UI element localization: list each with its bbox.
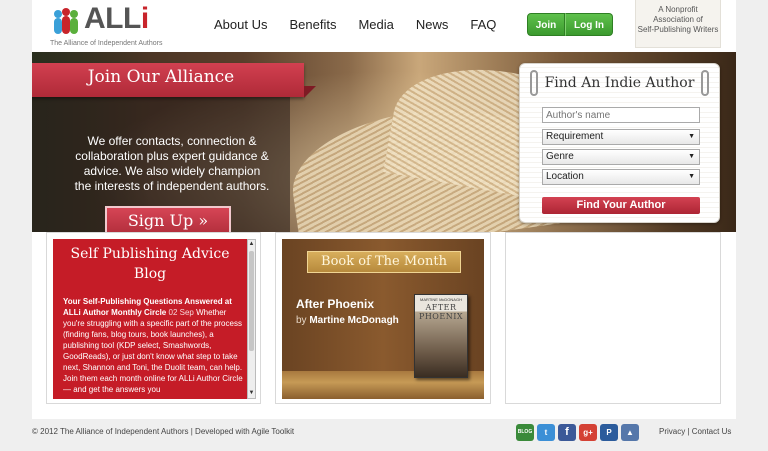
- author-name-input[interactable]: [542, 107, 700, 123]
- book-of-month-banner: Book of The Month: [307, 251, 461, 273]
- book-of-month-box: Book of The Month After Phoenix by Marti…: [275, 232, 491, 404]
- blog-title[interactable]: Self Publishing Advice Blog: [53, 244, 247, 284]
- blog-post: Your Self-Publishing Questions Answered …: [63, 296, 243, 395]
- location-select[interactable]: Location ▼: [542, 169, 700, 185]
- nav-benefits[interactable]: Benefits: [289, 17, 336, 32]
- login-button[interactable]: Log In: [565, 13, 613, 36]
- book-of-month-panel: Book of The Month After Phoenix by Marti…: [282, 239, 484, 399]
- google-plus-icon[interactable]: g+: [579, 424, 597, 441]
- dropdown-arrow-icon: ▼: [688, 173, 695, 180]
- people-logo-icon: [54, 8, 78, 34]
- join-ribbon: Join Our Alliance: [32, 63, 304, 97]
- privacy-link[interactable]: Privacy: [659, 427, 685, 436]
- genre-select[interactable]: Genre ▼: [542, 149, 700, 165]
- find-author-widget: Find An Indie Author Requirement▼ Genre▼…: [519, 63, 720, 223]
- logo-tagline: The Alliance of Independent Authors: [50, 40, 163, 47]
- logo-wordmark: ALLi: [84, 2, 149, 35]
- nav-about-us[interactable]: About Us: [214, 17, 267, 32]
- scroll-down-icon[interactable]: ▼: [248, 389, 255, 398]
- blog-box: Self Publishing Advice Blog Your Self-Pu…: [46, 232, 261, 404]
- content-area: Self Publishing Advice Blog Your Self-Pu…: [32, 232, 736, 419]
- pinterest-icon[interactable]: P: [600, 424, 618, 441]
- nav-faq[interactable]: FAQ: [470, 17, 496, 32]
- finder-title: Find An Indie Author: [544, 75, 695, 91]
- auth-buttons: Join Log In: [527, 13, 613, 36]
- alli-logo[interactable]: ALLi The Alliance of Independent Authors: [50, 2, 190, 50]
- dropdown-arrow-icon: ▼: [688, 133, 695, 140]
- nav-media[interactable]: Media: [358, 17, 393, 32]
- book-cover-image[interactable]: MARTINE McDONAGH AFTER PHOENIX: [414, 294, 468, 378]
- join-panel: We offer contacts, connection & collabor…: [32, 74, 290, 232]
- facebook-icon[interactable]: f: [558, 424, 576, 441]
- join-description: We offer contacts, connection & collabor…: [74, 134, 270, 193]
- empty-box: [505, 232, 721, 404]
- main-nav: About Us Benefits Media News FAQ: [214, 17, 518, 32]
- nav-news[interactable]: News: [416, 17, 449, 32]
- dropdown-arrow-icon: ▼: [688, 153, 695, 160]
- site-footer: © 2012 The Alliance of Independent Autho…: [32, 419, 736, 451]
- blog-scrollbar[interactable]: ▲ ▼: [247, 239, 256, 399]
- join-title: Join Our Alliance: [87, 67, 235, 87]
- book-author: by Martine McDonagh: [296, 315, 399, 326]
- requirement-select[interactable]: Requirement ▼: [542, 129, 700, 145]
- blog-post-body: Whether you're struggling with a specifi…: [63, 308, 243, 394]
- scroll-up-icon[interactable]: ▲: [248, 240, 255, 249]
- sign-up-button[interactable]: Sign Up »: [105, 206, 231, 232]
- nonprofit-badge: A Nonprofit Association of Self-Publishi…: [635, 0, 721, 48]
- footer-links: Privacy | Contact Us: [659, 427, 732, 436]
- contact-us-link[interactable]: Contact Us: [692, 427, 732, 436]
- book-title[interactable]: After Phoenix: [296, 297, 374, 311]
- back-to-top-icon[interactable]: ▲: [621, 424, 639, 441]
- find-your-author-button[interactable]: Find Your Author: [542, 197, 700, 214]
- join-button[interactable]: Join: [527, 13, 565, 36]
- twitter-icon[interactable]: t: [537, 424, 555, 441]
- social-icons: BLOG t f g+ P ▲: [516, 424, 639, 441]
- scroll-thumb[interactable]: [249, 251, 254, 351]
- site-header: ALLi The Alliance of Independent Authors…: [32, 0, 736, 52]
- blog-panel: Self Publishing Advice Blog Your Self-Pu…: [53, 239, 247, 399]
- blog-icon[interactable]: BLOG: [516, 424, 534, 441]
- blog-post-date: 02 Sep: [168, 308, 194, 317]
- copyright-text: © 2012 The Alliance of Independent Autho…: [32, 427, 295, 436]
